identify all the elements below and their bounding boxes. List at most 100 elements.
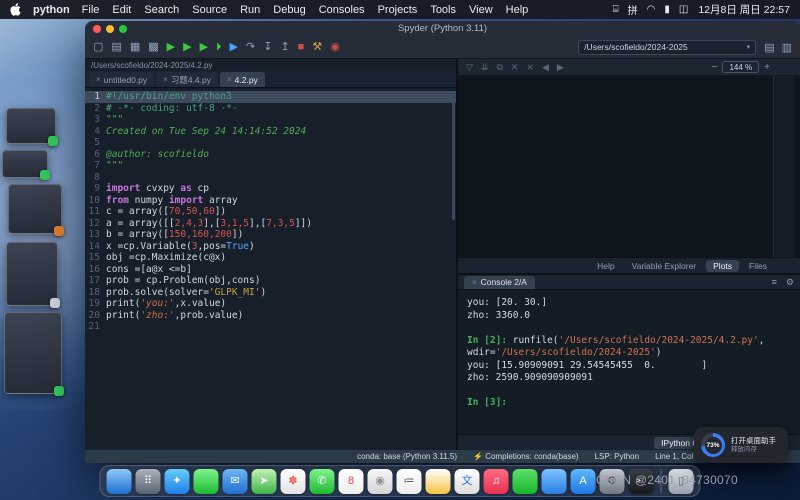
line-number: 8 [85, 172, 106, 184]
dock-wechat-icon[interactable] [513, 469, 538, 494]
editor-tab-习题4.4.py[interactable]: ×习题4.4.py [156, 72, 218, 87]
code-area: 1#!/usr/bin/env python32# -*- coding: ut… [85, 91, 456, 333]
editor-scrollbar[interactable] [452, 92, 455, 220]
menu-consoles[interactable]: Consoles [319, 4, 365, 16]
save-icon[interactable]: ▦ [130, 42, 140, 53]
editor-tab-label: 习题4.4.py [171, 74, 211, 86]
step-return-icon[interactable]: ↥ [280, 42, 289, 53]
menu-help[interactable]: Help [506, 4, 529, 16]
dock-facetime-icon[interactable]: ✆ [310, 469, 335, 494]
console-tab[interactable]: × Console 2/A [464, 276, 535, 289]
menubar: python File Edit Search Source Run Debug Conso… [0, 0, 800, 19]
run-selection-icon[interactable]: ⏵ [216, 42, 222, 53]
input-source-badge[interactable]: 拼 [628, 2, 638, 17]
dock-calendar-icon[interactable]: 8 [339, 469, 364, 494]
previous-plot-icon[interactable]: ◀ [542, 62, 549, 73]
next-plot-icon[interactable]: ▶ [557, 62, 564, 73]
working-directory-select[interactable]: /Users/scofieldo/2024-2025 ▾ [578, 40, 756, 55]
dock-reminders-icon[interactable]: ≔ [397, 469, 422, 494]
wifi-icon[interactable]: ◠ [647, 4, 656, 15]
memory-percent: 73% [705, 437, 722, 454]
debug-file-icon[interactable]: ▶ [230, 42, 238, 53]
pane-tab-variable-explorer[interactable]: Variable Explorer [625, 260, 704, 272]
app-menu-name[interactable]: python [33, 4, 70, 16]
pane-tab-plots[interactable]: Plots [706, 260, 739, 272]
menu-tools[interactable]: Tools [430, 4, 456, 16]
menu-search[interactable]: Search [144, 4, 179, 16]
tab-close-icon[interactable]: × [163, 75, 168, 84]
run-cell-icon[interactable]: ▶ [183, 42, 191, 53]
console-list-icon[interactable]: ≡ [772, 277, 777, 288]
code-line: 5 [85, 137, 456, 149]
editor-tab-untitled0.py[interactable]: ×untitled0.py [89, 72, 154, 87]
pane-tab-help[interactable]: Help [590, 260, 621, 272]
window-thumbnail-2[interactable] [2, 150, 48, 178]
menu-file[interactable]: File [82, 4, 100, 16]
zoom-out-icon[interactable]: − [712, 62, 718, 73]
python-env-icon[interactable]: ◉ [330, 42, 340, 53]
menu-source[interactable]: Source [192, 4, 227, 16]
save-all-icon[interactable]: ▩ [148, 42, 158, 53]
tab-close-icon[interactable]: × [227, 75, 232, 84]
save-all-plots-icon[interactable]: ⇊ [481, 62, 489, 73]
console-output[interactable]: you: [20. 30.]zho: 3360.0 In [2]: runfil… [458, 290, 800, 434]
save-plot-icon[interactable]: ▽ [466, 62, 473, 73]
close-icon[interactable]: × [472, 278, 477, 287]
control-center-icon[interactable]: ◫ [679, 4, 688, 15]
console-options-icon[interactable]: ⚙ [786, 277, 794, 288]
menu-view[interactable]: View [469, 4, 493, 16]
remove-plot-icon[interactable]: ✕ [511, 62, 519, 73]
dock-finder-icon[interactable] [107, 469, 132, 494]
run-cell-advance-icon[interactable]: ▶ [200, 42, 208, 53]
window-thumbnail-3[interactable] [8, 184, 62, 234]
dock-messages-icon[interactable] [194, 469, 219, 494]
memory-assistant-widget[interactable]: 73% 打开桌面助手 释放内存 [694, 427, 788, 463]
code-editor[interactable]: 1#!/usr/bin/env python32# -*- coding: ut… [85, 88, 456, 450]
new-file-icon[interactable]: ▢ [93, 42, 103, 53]
battery-icon[interactable]: ▮ [664, 4, 670, 15]
app-badge-icon [54, 386, 64, 396]
menu-run[interactable]: Run [240, 4, 260, 16]
preferences-wrench-icon[interactable]: ⚒ [312, 42, 322, 53]
stop-icon[interactable]: ■ [298, 42, 305, 53]
pane-tab-files[interactable]: Files [742, 260, 774, 272]
code-line: 4Created on Tue Sep 24 14:14:52 2024 [85, 126, 456, 138]
dock-photos-icon[interactable]: ✽ [281, 469, 306, 494]
display-mirroring-icon[interactable]: ⌸ [613, 4, 619, 15]
browse-folder-icon[interactable]: ▤ [764, 41, 774, 54]
copy-plot-icon[interactable]: ⧉ [496, 62, 502, 73]
window-titlebar[interactable]: Spyder (Python 3.11) [85, 21, 800, 36]
dock-maps-icon[interactable]: ➤ [252, 469, 277, 494]
dock-notes-icon[interactable] [426, 469, 451, 494]
line-number: 9 [85, 183, 106, 195]
window-thumbnail-4[interactable] [6, 242, 58, 306]
zoom-in-icon[interactable]: + [764, 62, 770, 73]
tab-close-icon[interactable]: × [96, 75, 101, 84]
menubar-clock[interactable]: 12月8日 周日 22:57 [698, 2, 790, 17]
dock-appstore-icon[interactable]: A [571, 469, 596, 494]
dock-contacts-icon[interactable]: ◉ [368, 469, 393, 494]
menu-edit[interactable]: Edit [112, 4, 131, 16]
window-thumbnail-1[interactable] [6, 108, 56, 144]
plots-thumbnail-sidebar[interactable] [773, 76, 795, 257]
code-text: c = array([70,50,60]) [106, 206, 226, 218]
run-icon[interactable]: ▶ [167, 42, 175, 53]
dock-qq-icon[interactable] [542, 469, 567, 494]
dock-translate-icon[interactable]: 文 [455, 469, 480, 494]
line-number: 15 [85, 252, 106, 264]
menu-debug[interactable]: Debug [273, 4, 305, 16]
apple-menu-icon[interactable] [10, 3, 21, 16]
dock-mail-icon[interactable]: ✉ [223, 469, 248, 494]
step-into-icon[interactable]: ↧ [263, 42, 272, 53]
window-thumbnail-5[interactable] [4, 312, 62, 394]
open-file-icon[interactable]: ▤ [111, 42, 121, 53]
remove-all-plots-icon[interactable]: ⨯ [526, 62, 534, 73]
dock-music-icon[interactable]: ♫ [484, 469, 509, 494]
editor-tab-4.2.py[interactable]: ×4.2.py [220, 72, 265, 87]
parent-folder-icon[interactable]: ▥ [782, 41, 792, 54]
menu-projects[interactable]: Projects [378, 4, 418, 16]
dock-safari-icon[interactable]: ✦ [165, 469, 190, 494]
dock-launchpad-icon[interactable]: ⠿ [136, 469, 161, 494]
step-over-icon[interactable]: ↷ [246, 42, 255, 53]
completions-status: ⚡ Completions: conda(base) [473, 452, 579, 461]
